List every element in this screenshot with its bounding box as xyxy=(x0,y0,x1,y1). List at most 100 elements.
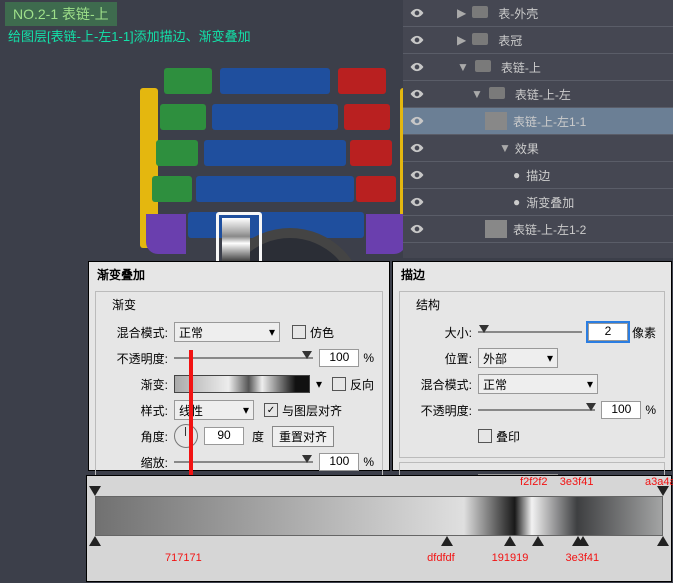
color-stop[interactable] xyxy=(577,536,589,546)
layer-label: 表-外壳 xyxy=(498,5,538,22)
chevron-down-icon: ▾ xyxy=(243,403,249,417)
visibility-icon[interactable] xyxy=(403,114,431,128)
position-select[interactable]: 外部▾ xyxy=(478,348,558,368)
angle-input[interactable]: 90 xyxy=(204,427,244,445)
opacity-input[interactable]: 100 xyxy=(319,349,359,367)
layer-row[interactable]: ▶ 表冠 xyxy=(403,27,673,54)
angle-label: 角度: xyxy=(104,428,168,445)
color-stop[interactable] xyxy=(532,536,544,546)
layer-thumb xyxy=(485,220,507,238)
blend-mode-select[interactable]: 正常▾ xyxy=(174,322,280,342)
layer-label: 表链-上-左1-2 xyxy=(513,221,586,238)
position-label: 位置: xyxy=(408,350,472,367)
disclosure-icon[interactable]: ▶ xyxy=(457,6,466,20)
dither-label: 仿色 xyxy=(310,324,334,341)
size-input[interactable]: 2 xyxy=(588,323,628,341)
disclosure-icon[interactable]: ▼ xyxy=(457,60,469,74)
size-slider[interactable] xyxy=(478,326,582,338)
step-tag: NO.2-1 表链-上 xyxy=(5,2,117,26)
layer-label: 表链-上-左1-1 xyxy=(513,113,586,130)
layer-row[interactable]: ▼效果 xyxy=(403,135,673,162)
align-label: 与图层对齐 xyxy=(282,402,342,419)
stroke-panel: 描边 结构 大小: 2 像素 位置: 外部▾ 混合模式: 正常▾ 不透明度: 1… xyxy=(392,261,672,471)
layers-panel: ▶ 表-外壳 ▶ 表冠 ▼ 表链-上 ▼ 表链-上-左表链-上-左1-1 ▼效果 ● 描边 ●渐变叠加… xyxy=(403,0,673,258)
layer-label: 描边 xyxy=(526,167,550,184)
visibility-icon[interactable] xyxy=(403,222,431,236)
chevron-down-icon: ▾ xyxy=(587,377,593,391)
chevron-down-icon: ▾ xyxy=(547,351,553,365)
gradient-editor: 717171dfdfdf191919f2f2f23e3f413e3f41a3a4… xyxy=(86,475,672,582)
blend-mode-select[interactable]: 正常▾ xyxy=(478,374,598,394)
layer-row[interactable]: ● 描边 xyxy=(403,162,673,189)
bullet-icon: ● xyxy=(513,168,520,182)
color-stop[interactable] xyxy=(504,536,516,546)
folder-icon xyxy=(473,58,495,76)
opacity-slider[interactable] xyxy=(478,404,595,416)
panel-title: 渐变叠加 xyxy=(89,262,389,287)
style-select[interactable]: 线性▾ xyxy=(174,400,254,420)
visibility-icon[interactable] xyxy=(403,60,431,74)
layer-label: 表链-上 xyxy=(501,59,541,76)
stop-value-label: 191919 xyxy=(492,552,529,564)
stop-value-label: 3e3f41 xyxy=(560,476,594,488)
scale-slider[interactable] xyxy=(174,456,313,468)
stop-value-label: 3e3f41 xyxy=(565,552,599,564)
arrow-annotation xyxy=(189,350,193,490)
chevron-down-icon: ▾ xyxy=(269,325,275,339)
angle-dial-icon[interactable] xyxy=(174,424,198,448)
opacity-label: 不透明度: xyxy=(104,350,168,367)
stop-value-label: 717171 xyxy=(165,552,202,564)
visibility-icon[interactable] xyxy=(403,33,431,47)
opacity-stop[interactable] xyxy=(89,486,101,496)
layer-row[interactable]: 表链-上-左1-1 xyxy=(403,108,673,135)
section-title: 结构 xyxy=(412,296,444,313)
color-stop[interactable] xyxy=(441,536,453,546)
stop-value-label: f2f2f2 xyxy=(520,476,548,488)
disclosure-icon[interactable]: ▼ xyxy=(499,141,511,155)
disclosure-icon[interactable]: ▶ xyxy=(457,33,466,47)
layer-label: 渐变叠加 xyxy=(526,194,574,211)
reverse-label: 反向 xyxy=(350,376,374,393)
gradient-track[interactable] xyxy=(95,496,663,536)
layer-thumb xyxy=(485,112,507,130)
align-checkbox[interactable]: ✓ xyxy=(264,403,278,417)
layer-row[interactable]: ▼ 表链-上 xyxy=(403,54,673,81)
layer-label: 表冠 xyxy=(498,32,522,49)
opacity-slider[interactable] xyxy=(174,352,313,364)
gradient-overlay-panel: 渐变叠加 渐变 混合模式: 正常▾ 仿色 不透明度: 100 % 渐变: ▾ 反… xyxy=(88,261,390,471)
instruction-text: 给图层[表链-上-左1-1]添加描边、渐变叠加 xyxy=(8,26,251,45)
layer-row[interactable]: ●渐变叠加 xyxy=(403,189,673,216)
scale-label: 缩放: xyxy=(104,454,168,471)
visibility-icon[interactable] xyxy=(403,195,431,209)
opacity-input[interactable]: 100 xyxy=(601,401,641,419)
color-stop[interactable] xyxy=(89,536,101,546)
reverse-checkbox[interactable] xyxy=(332,377,346,391)
overprint-label: 叠印 xyxy=(496,428,520,445)
style-label: 样式: xyxy=(104,402,168,419)
preview-illustration xyxy=(100,48,400,258)
gradient-label: 渐变: xyxy=(104,376,168,393)
chevron-down-icon[interactable]: ▾ xyxy=(316,377,322,391)
opacity-label: 不透明度: xyxy=(408,402,472,419)
gradient-preview[interactable] xyxy=(174,375,310,393)
layer-row[interactable]: ▼ 表链-上-左 xyxy=(403,81,673,108)
section-title: 渐变 xyxy=(108,296,140,313)
layer-row[interactable]: ▶ 表-外壳 xyxy=(403,0,673,27)
layer-label: 表链-上-左 xyxy=(515,86,571,103)
disclosure-icon[interactable]: ▼ xyxy=(471,87,483,101)
visibility-icon[interactable] xyxy=(403,168,431,182)
reset-align-button[interactable]: 重置对齐 xyxy=(272,426,334,447)
blend-mode-label: 混合模式: xyxy=(408,376,472,393)
dither-checkbox[interactable] xyxy=(292,325,306,339)
scale-input[interactable]: 100 xyxy=(319,453,359,471)
visibility-icon[interactable] xyxy=(403,87,431,101)
visibility-icon[interactable] xyxy=(403,6,431,20)
color-stop[interactable] xyxy=(657,536,669,546)
folder-icon xyxy=(470,31,492,49)
layer-row[interactable]: 表链-上-左1-2 xyxy=(403,216,673,243)
overprint-checkbox[interactable] xyxy=(478,429,492,443)
stop-value-label: dfdfdf xyxy=(427,552,455,564)
folder-icon xyxy=(470,4,492,22)
visibility-icon[interactable] xyxy=(403,141,431,155)
folder-icon xyxy=(487,85,509,103)
